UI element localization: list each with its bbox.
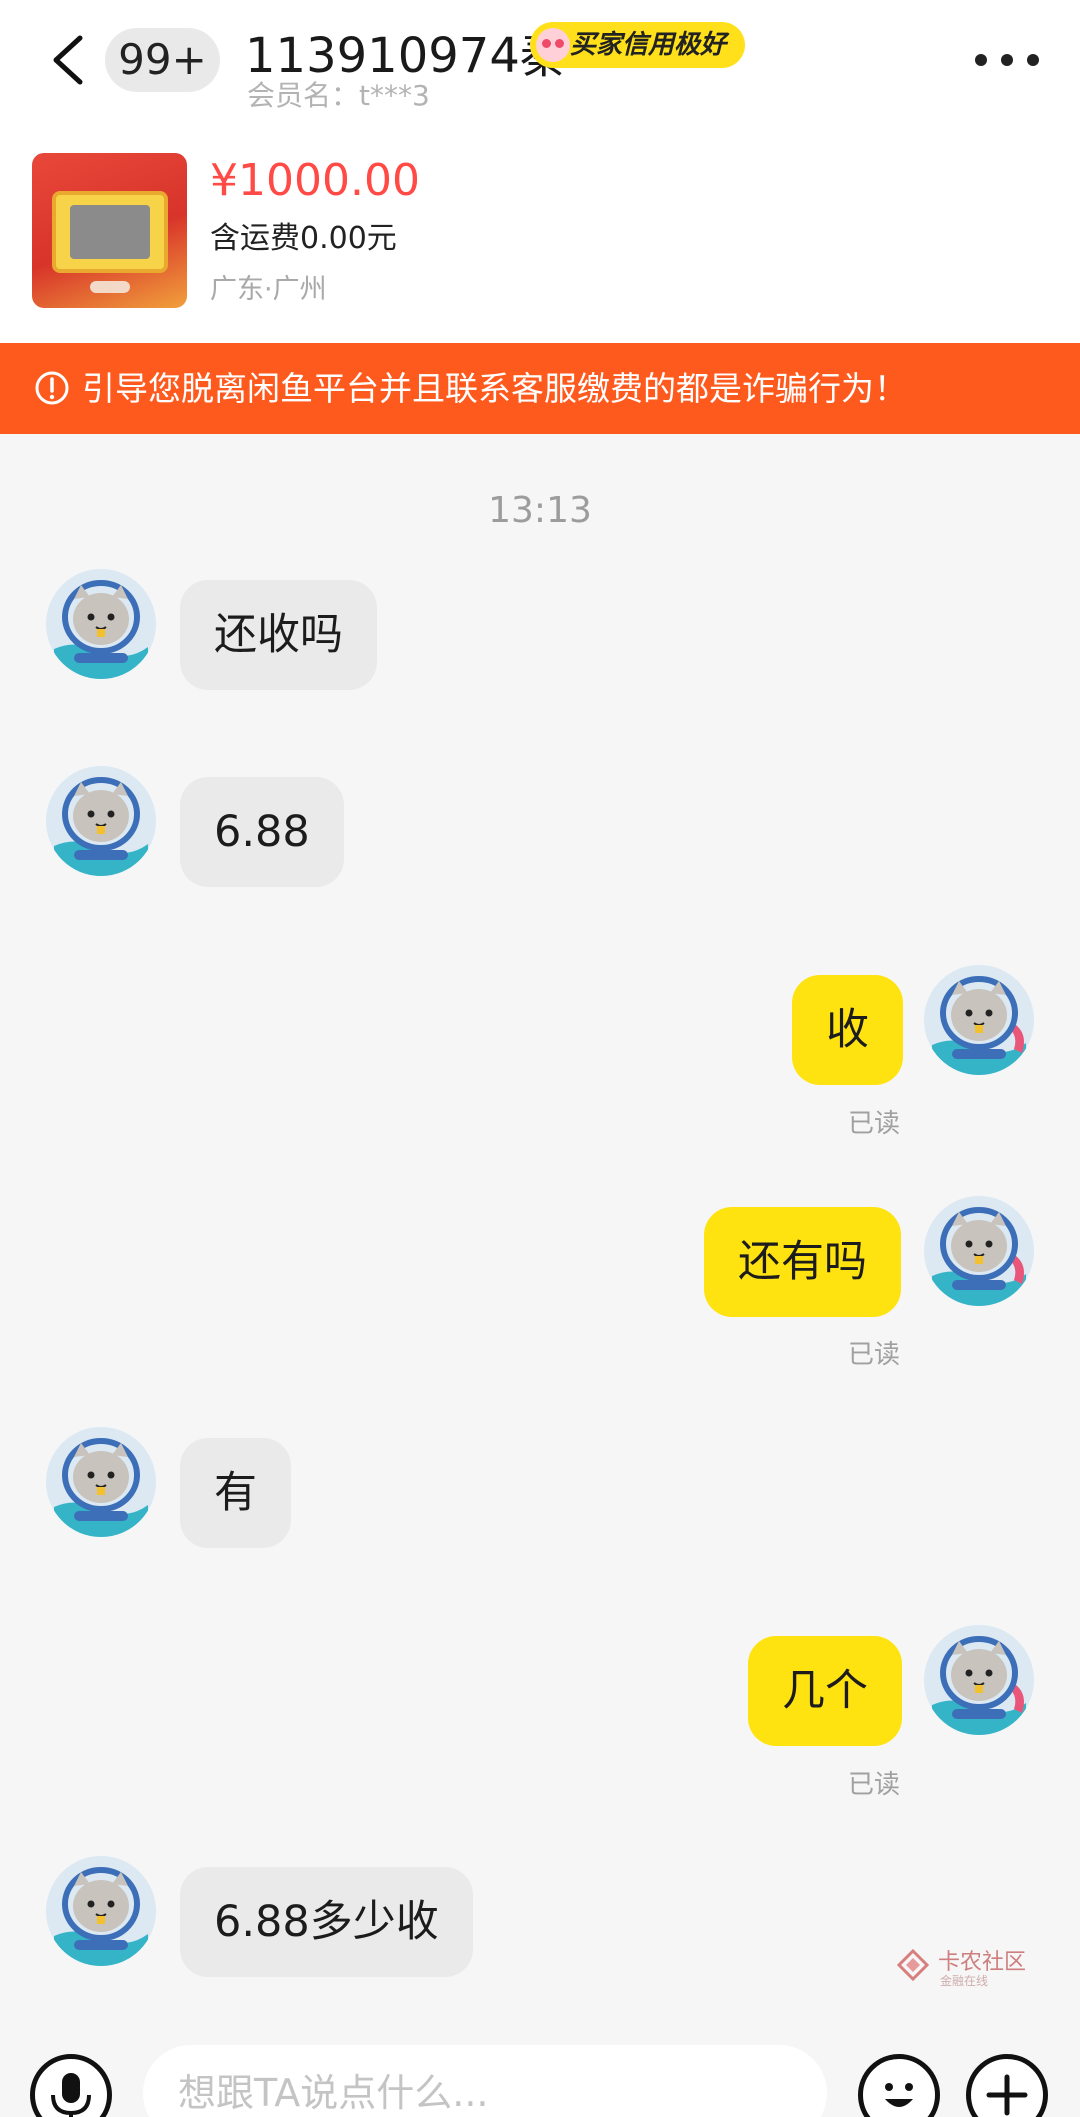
read-receipt: 已读 xyxy=(848,1340,901,1370)
cat-avatar-icon xyxy=(46,766,156,876)
contact-avatar[interactable] xyxy=(46,569,156,679)
more-icon[interactable] xyxy=(975,48,1039,72)
message-bubble-outgoing[interactable]: 收 xyxy=(792,975,903,1085)
unread-badge[interactable]: 99+ xyxy=(105,28,220,92)
product-thumbnail[interactable] xyxy=(32,153,187,308)
watermark-logo-icon xyxy=(896,1948,930,1982)
contact-avatar[interactable] xyxy=(46,1856,156,1966)
cat-avatar-icon xyxy=(924,1625,1034,1735)
emoji-icon[interactable] xyxy=(858,2054,940,2117)
input-bar: 想跟TA说点什么... xyxy=(0,2030,1080,2117)
message-bubble-incoming[interactable]: 6.88多少收 xyxy=(180,1867,473,1977)
back-icon[interactable] xyxy=(44,30,94,90)
credit-tag: 买家信用极好 xyxy=(530,22,745,68)
chat-header: 99+ 113910974秦 买家信用极好 会员名：t***3 xyxy=(0,0,1080,135)
my-avatar[interactable] xyxy=(924,1196,1034,1306)
message-bubble-incoming[interactable]: 有 xyxy=(180,1438,291,1548)
read-receipt: 已读 xyxy=(848,1109,901,1139)
fraud-warning-bar: 引导您脱离闲鱼平台并且联系客服缴费的都是诈骗行为！ xyxy=(0,343,1080,434)
message-bubble-incoming[interactable]: 还收吗 xyxy=(180,580,377,690)
plus-icon[interactable] xyxy=(966,2054,1048,2117)
cat-avatar-icon xyxy=(924,1196,1034,1306)
chat-timestamp: 13:13 xyxy=(488,490,592,531)
contact-avatar[interactable] xyxy=(46,766,156,876)
message-input[interactable]: 想跟TA说点什么... xyxy=(143,2045,827,2117)
watermark: 卡农社区 金融在线 xyxy=(896,1946,1026,1988)
message-bubble-outgoing[interactable]: 几个 xyxy=(748,1636,902,1746)
my-avatar[interactable] xyxy=(924,965,1034,1075)
message-bubble-outgoing[interactable]: 还有吗 xyxy=(704,1207,901,1317)
product-price: ¥1000.00 xyxy=(210,155,420,206)
mic-icon[interactable] xyxy=(30,2054,112,2117)
shipping-fee: 含运费0.00元 xyxy=(210,221,397,256)
warning-icon xyxy=(35,371,69,405)
product-location: 广东·广州 xyxy=(210,274,327,305)
cat-avatar-icon xyxy=(46,1856,156,1966)
smile-icon xyxy=(536,28,570,62)
cat-avatar-icon xyxy=(46,1427,156,1537)
cat-avatar-icon xyxy=(924,965,1034,1075)
watermark-subtext: 金融在线 xyxy=(940,1974,989,1988)
product-card[interactable]: ¥1000.00 含运费0.00元 广东·广州 xyxy=(0,135,1080,343)
contact-avatar[interactable] xyxy=(46,1427,156,1537)
my-avatar[interactable] xyxy=(924,1625,1034,1735)
member-name: 会员名：t***3 xyxy=(247,79,430,112)
warning-text: 引导您脱离闲鱼平台并且联系客服缴费的都是诈骗行为！ xyxy=(82,369,907,408)
cat-avatar-icon xyxy=(46,569,156,679)
read-receipt: 已读 xyxy=(848,1770,901,1800)
message-bubble-incoming[interactable]: 6.88 xyxy=(180,777,344,887)
credit-tag-label: 买家信用极好 xyxy=(570,30,727,60)
